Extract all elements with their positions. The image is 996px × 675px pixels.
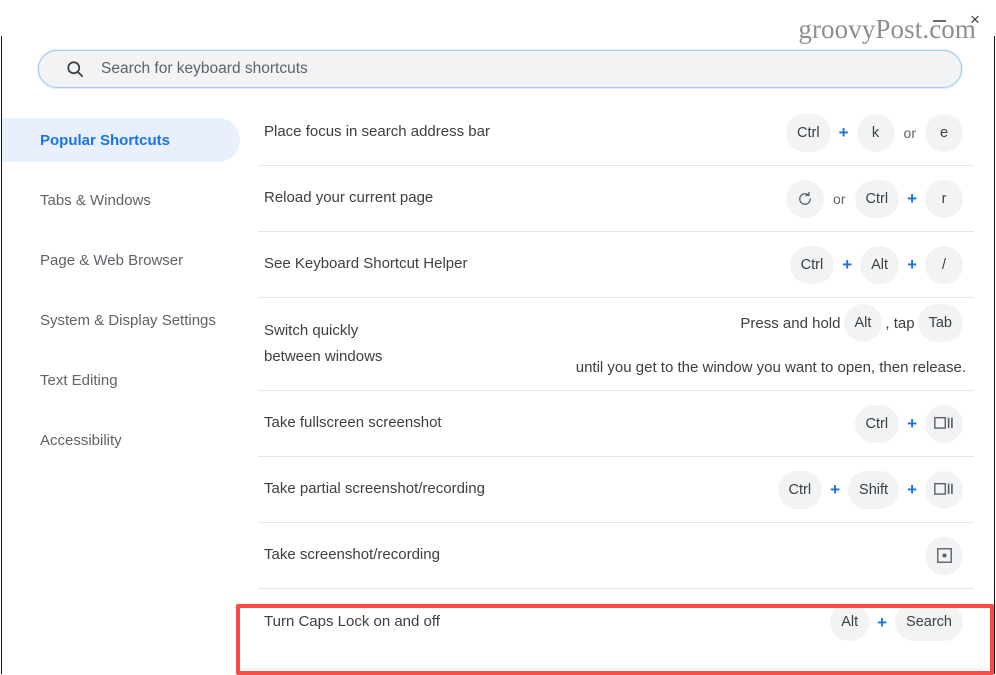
plus-separator: +: [907, 190, 917, 207]
main-content: Popular Shortcuts Tabs & Windows Page & We…: [2, 100, 994, 674]
sidebar-item-popular-shortcuts[interactable]: Popular Shortcuts: [2, 118, 240, 162]
shortcut-keys: Ctrl + k ore: [490, 114, 966, 152]
sidebar-item-label: Tabs & Windows: [40, 192, 151, 209]
plus-separator: +: [907, 415, 917, 432]
shortcut-label: Take partial screenshot/recording: [264, 476, 485, 502]
sidebar-item-accessibility[interactable]: Accessibility: [2, 418, 240, 462]
shortcut-row[interactable]: Switch quickly between windowsPress and …: [258, 298, 974, 391]
sidebar-item-page-web-browser[interactable]: Page & Web Browser: [2, 238, 240, 282]
plus-separator: +: [907, 481, 917, 498]
shortcut-keys: Ctrl + Alt + /: [467, 246, 966, 284]
key-pill: Ctrl: [855, 180, 900, 218]
key-pill: e: [925, 114, 963, 152]
shortcut-row[interactable]: Take fullscreen screenshotCtrl +: [258, 391, 974, 457]
shortcut-keys: Press and hold Alt , tap Tab until you g…: [382, 304, 966, 384]
plus-separator: +: [839, 124, 849, 141]
plus-separator: +: [842, 256, 852, 273]
shortcut-list-pane[interactable]: Place focus in search address bar Ctrl + k…: [240, 100, 994, 674]
or-separator: or: [833, 191, 845, 207]
sidebar-item-tabs-windows[interactable]: Tabs & Windows: [2, 178, 240, 222]
reload-icon: [786, 180, 824, 218]
key-pill: k: [857, 114, 895, 152]
plus-separator: +: [907, 256, 917, 273]
key-pill: Ctrl: [790, 246, 835, 284]
shortcut-keys: Alt + Search: [440, 603, 966, 641]
search-bar-inner[interactable]: [38, 50, 962, 88]
watermark: groovyPost.com: [798, 16, 976, 43]
or-separator: or: [904, 125, 916, 141]
shortcut-keys: Ctrl + Shift +: [485, 471, 966, 509]
key-pill: Ctrl: [778, 471, 823, 509]
shortcut-label: Reload your current page: [264, 185, 433, 211]
search-input[interactable]: [101, 51, 947, 87]
plus-separator: +: [877, 614, 887, 631]
key-pill: Alt: [860, 246, 899, 284]
key-pill: /: [925, 246, 963, 284]
sidebar-item-label: Popular Shortcuts: [40, 132, 170, 149]
instruction-text: , tap: [885, 308, 914, 340]
shortcut-row[interactable]: Take screenshot/recording: [258, 523, 974, 589]
sidebar: Popular Shortcuts Tabs & Windows Page & We…: [2, 100, 240, 674]
search-icon: [65, 59, 85, 79]
plus-separator: +: [830, 481, 840, 498]
shortcut-label: Switch quickly between windows: [264, 318, 382, 371]
key-pill: Ctrl: [786, 114, 831, 152]
shortcut-row[interactable]: Reload your current page or Ctrl + r: [258, 166, 974, 232]
shortcut-label: Take fullscreen screenshot: [264, 410, 442, 436]
key-pill: Tab: [918, 304, 963, 342]
key-pill: Alt: [844, 304, 883, 342]
shortcut-label: Take screenshot/recording: [264, 542, 440, 568]
instruction-text: Press and hold: [740, 308, 840, 340]
sidebar-item-label: Text Editing: [40, 372, 118, 389]
keyboard-shortcuts-window: × groovyPost.com Popular ShortcutsTabs &…: [0, 0, 996, 675]
shortcut-row[interactable]: See Keyboard Shortcut Helper Ctrl + Alt + /: [258, 232, 974, 298]
shortcut-label: Turn Caps Lock on and off: [264, 609, 440, 635]
key-pill: Alt: [830, 603, 869, 641]
shortcut-label: See Keyboard Shortcut Helper: [264, 251, 467, 277]
key-pill: r: [925, 180, 963, 218]
shortcut-row[interactable]: Take partial screenshot/recording Ctrl + S…: [258, 457, 974, 523]
overview-window-icon: [925, 405, 963, 443]
overview-window-icon: [925, 471, 963, 509]
key-pill: Shift: [848, 471, 899, 509]
shortcut-row[interactable]: Place focus in search address bar Ctrl + k…: [258, 100, 974, 166]
sidebar-item-label: Accessibility: [40, 432, 122, 449]
shortcut-keys: or Ctrl + r: [433, 180, 966, 218]
sidebar-item-system-display-settings[interactable]: System & Display Settings: [2, 298, 240, 342]
sidebar-item-label: Page & Web Browser: [40, 252, 183, 269]
sidebar-item-label: System & Display Settings: [40, 312, 216, 329]
shortcut-keys: [440, 537, 966, 575]
shortcut-list: Place focus in search address bar Ctrl + k…: [240, 100, 994, 655]
key-pill: Search: [895, 603, 963, 641]
shortcut-keys: Ctrl +: [442, 405, 966, 443]
shortcut-row[interactable]: Turn Caps Lock on and off Alt + Search: [258, 589, 974, 655]
instruction-text: until you get to the window you want to …: [576, 352, 966, 384]
screen-capture-icon: [925, 537, 963, 575]
key-pill: Ctrl: [855, 405, 900, 443]
search-bar[interactable]: [38, 50, 962, 88]
shortcut-label: Place focus in search address bar: [264, 119, 490, 145]
sidebar-item-text-editing[interactable]: Text Editing: [2, 358, 240, 402]
